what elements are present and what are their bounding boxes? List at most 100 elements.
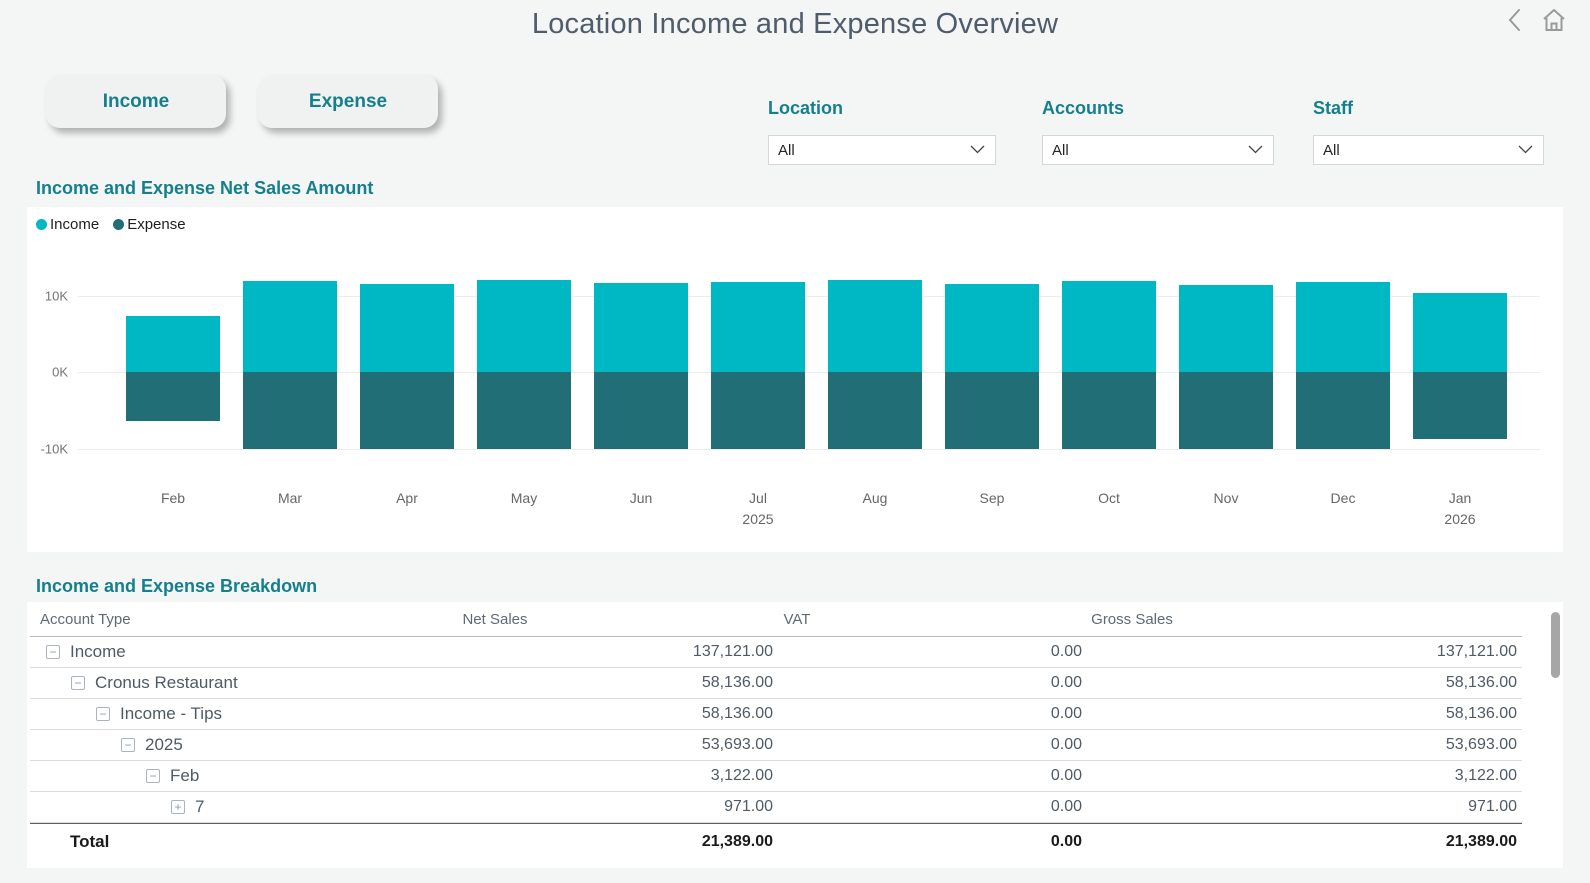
- filter-location-label: Location: [768, 98, 843, 118]
- bar-income-segment[interactable]: [1296, 281, 1390, 372]
- row-label: Cronus Restaurant: [95, 673, 238, 692]
- x-axis-month-label: Oct: [1098, 490, 1120, 506]
- x-axis-month-label: Jun: [629, 490, 653, 506]
- table-row[interactable]: − Income 137,121.00 0.00 137,121.00: [30, 637, 1522, 668]
- bar-expense-segment[interactable]: [360, 372, 454, 450]
- collapse-icon[interactable]: −: [146, 769, 160, 783]
- bar-expense-segment[interactable]: [594, 372, 688, 450]
- bar-expense-segment[interactable]: [243, 372, 337, 450]
- income-expense-chart: Income Expense 10K 0K -10K Feb Mar Apr May Jun Ju…: [27, 207, 1563, 552]
- x-axis-month-label: Feb: [160, 490, 186, 506]
- vat-value: 0.00: [1050, 643, 1082, 660]
- table-row[interactable]: −2025 53,693.00 0.00 53,693.00: [30, 730, 1522, 761]
- y-axis-tick-label: 10K: [44, 288, 68, 303]
- table-row[interactable]: − Income - Tips 58,136.00 0.00 58,136.00: [30, 699, 1522, 730]
- table-row[interactable]: − Feb 3,122.00 0.00 3,122.00: [30, 761, 1522, 792]
- income-expense-breakdown-table: Account Type Net Sales VAT Gross Sales − Inco…: [27, 602, 1563, 868]
- total-net-sales-value: 21,389.00: [701, 833, 773, 850]
- bar-income-segment[interactable]: [594, 283, 688, 372]
- column-header-account-type[interactable]: Account Type: [40, 611, 131, 628]
- bar-income-segment[interactable]: [945, 284, 1039, 372]
- bar-income-segment[interactable]: [711, 281, 805, 372]
- scrollbar-thumb[interactable]: [1551, 612, 1560, 678]
- row-label: Feb: [170, 766, 200, 785]
- x-axis-month-label: Apr: [396, 490, 418, 506]
- accounts-dropdown[interactable]: All: [1042, 135, 1274, 165]
- bar-expense-segment[interactable]: [477, 372, 571, 450]
- page-title: Location Income and Expense Overview: [531, 8, 1059, 40]
- x-axis-month-label: May: [510, 490, 538, 506]
- filter-accounts-label: Accounts: [1042, 98, 1125, 118]
- collapse-icon[interactable]: −: [46, 645, 60, 659]
- row-label: 7: [195, 797, 205, 816]
- net-sales-value: 58,136.00: [701, 705, 773, 722]
- staff-dropdown[interactable]: All: [1313, 135, 1544, 165]
- vat-value: 0.00: [1050, 736, 1082, 753]
- bar-income-segment[interactable]: [1179, 284, 1273, 372]
- nav-icons: [1506, 6, 1568, 34]
- bar-income-segment[interactable]: [1413, 293, 1507, 372]
- bar-income-segment[interactable]: [126, 316, 220, 372]
- bar-income-segment[interactable]: [243, 280, 337, 372]
- location-dropdown[interactable]: All: [768, 135, 996, 165]
- row-label: 2025: [145, 735, 183, 754]
- y-axis-tick-label: 0K: [52, 364, 68, 380]
- gross-sales-value: 53,693.00: [1445, 736, 1517, 753]
- bar-expense-segment[interactable]: [945, 372, 1039, 450]
- expand-icon[interactable]: +: [171, 800, 185, 814]
- table-header-row: Account Type Net Sales VAT Gross Sales: [30, 602, 1522, 637]
- x-axis-year-label: 2025: [742, 511, 774, 527]
- total-vat-value: 0.00: [1050, 833, 1082, 850]
- expense-button[interactable]: Expense: [258, 75, 438, 128]
- column-header-gross-sales[interactable]: Gross Sales: [1091, 611, 1173, 628]
- table-total-row: Total 21,389.00 0.00 21,389.00: [30, 823, 1522, 859]
- chevron-down-icon: [1518, 141, 1533, 159]
- bar-expense-segment[interactable]: [1062, 372, 1156, 450]
- staff-dropdown-value: All: [1323, 141, 1340, 159]
- y-axis-tick-label: -10K: [40, 441, 68, 456]
- income-button[interactable]: Income: [46, 75, 226, 128]
- bar-income-segment[interactable]: [360, 284, 454, 372]
- bar-income-segment[interactable]: [477, 280, 571, 372]
- vat-value: 0.00: [1050, 798, 1082, 815]
- net-sales-value: 3,122.00: [710, 767, 773, 784]
- bar-expense-segment[interactable]: [126, 372, 220, 421]
- collapse-icon[interactable]: −: [121, 738, 135, 752]
- legend-item[interactable]: Income: [36, 216, 99, 233]
- table-row[interactable]: − Cronus Restaurant 58,136.00 0.00 58,136.00: [30, 668, 1522, 699]
- total-gross-sales-value: 21,389.00: [1445, 833, 1517, 850]
- bar-expense-segment[interactable]: [1296, 372, 1390, 450]
- bar-expense-segment[interactable]: [828, 372, 922, 450]
- gross-sales-value: 137,121.00: [1436, 643, 1517, 660]
- bar-expense-segment[interactable]: [1413, 372, 1507, 439]
- vat-value: 0.00: [1050, 674, 1082, 691]
- location-dropdown-value: All: [778, 141, 795, 159]
- chevron-down-icon: [1248, 141, 1263, 159]
- bar-expense-segment[interactable]: [711, 372, 805, 450]
- column-header-vat[interactable]: VAT: [784, 611, 811, 628]
- collapse-icon[interactable]: −: [96, 707, 110, 721]
- total-label: Total: [70, 832, 110, 851]
- x-axis-month-label: Mar: [277, 490, 303, 506]
- net-sales-value: 971.00: [724, 798, 773, 815]
- x-axis-month-label: Nov: [1213, 490, 1239, 506]
- bar-income-segment[interactable]: [828, 280, 922, 372]
- row-label: Income: [70, 642, 126, 661]
- collapse-icon[interactable]: −: [71, 676, 85, 690]
- bar-expense-segment[interactable]: [1179, 372, 1273, 450]
- legend-item[interactable]: Expense: [113, 216, 186, 233]
- column-header-net-sales[interactable]: Net Sales: [462, 611, 527, 628]
- table-row[interactable]: +7 971.00 0.00 971.00: [30, 792, 1522, 823]
- bar-income-segment[interactable]: [1062, 280, 1156, 372]
- filter-location: Location All: [768, 98, 996, 165]
- filter-staff: Staff All: [1313, 98, 1544, 165]
- vat-value: 0.00: [1050, 767, 1082, 784]
- home-icon[interactable]: [1540, 6, 1568, 34]
- net-sales-value: 58,136.00: [701, 674, 773, 691]
- back-chevron-icon[interactable]: [1506, 7, 1522, 33]
- table-section-heading: Income and Expense Breakdown: [36, 576, 318, 596]
- filter-accounts: Accounts All: [1042, 98, 1274, 165]
- x-axis-month-label: Dec: [1330, 490, 1356, 506]
- table-scrollbar: [1551, 612, 1560, 858]
- legend-label: Expense: [127, 216, 186, 233]
